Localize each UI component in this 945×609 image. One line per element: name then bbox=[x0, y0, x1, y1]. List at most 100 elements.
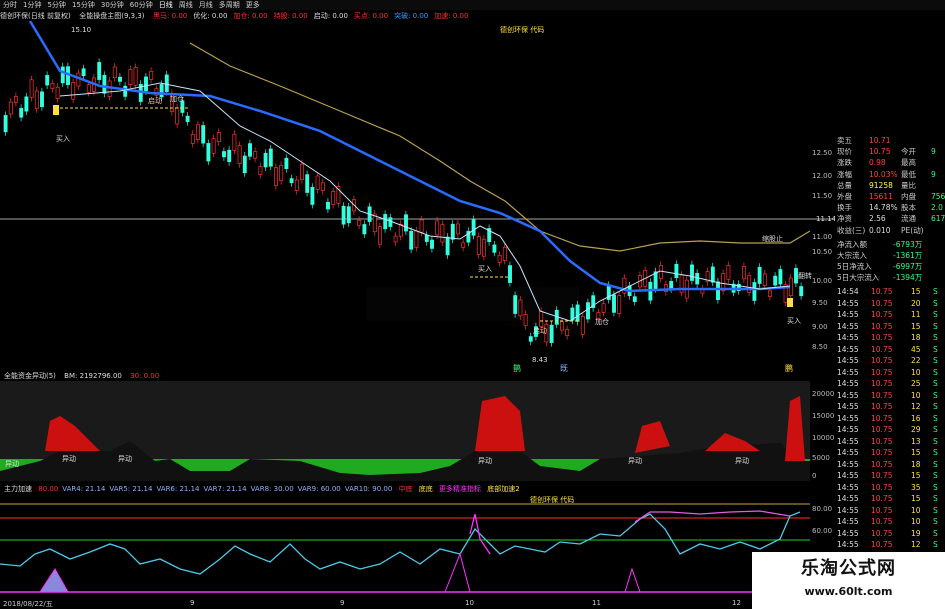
candle-body bbox=[580, 315, 585, 335]
price-tick: 11.00 bbox=[812, 233, 833, 241]
flow-value: -1361万 bbox=[893, 250, 923, 260]
date-axis: 2018/08/22/五 9 9 10 11 12 bbox=[3, 599, 741, 608]
quote-row: 净资 2.56 流通 6175 bbox=[835, 213, 945, 224]
candle-body bbox=[424, 234, 429, 242]
candle-body bbox=[393, 235, 398, 243]
candle-body bbox=[404, 214, 408, 232]
tick-price: 10.75 bbox=[871, 528, 893, 538]
tick-price: 10.75 bbox=[871, 402, 893, 412]
fund-flow-panel[interactable]: 异动 异动 异动 异动 异动 异动 bbox=[0, 381, 810, 481]
candle-body bbox=[253, 151, 258, 159]
quote-row: 卖五 10.71 bbox=[835, 135, 945, 146]
quote-label: 量比 bbox=[901, 180, 916, 190]
period-tab[interactable]: 更多 bbox=[246, 0, 260, 10]
tick-price: 10.75 bbox=[871, 379, 893, 389]
accel-var: VAR7: 21.14 bbox=[203, 485, 247, 493]
price-tick: 9.00 bbox=[812, 323, 828, 331]
candle-body bbox=[248, 143, 252, 157]
tick-time: 14:55 bbox=[837, 367, 859, 377]
candle-body bbox=[159, 84, 164, 98]
tick-dir: S bbox=[933, 390, 938, 400]
tick-dir: S bbox=[933, 287, 938, 297]
indicator-value: 加速: 0.00 bbox=[434, 12, 469, 20]
period-tab[interactable]: 15分钟 bbox=[72, 0, 95, 10]
panel3-watermark: 德创环保 代码 bbox=[530, 495, 574, 504]
flow-value: -6793万 bbox=[893, 239, 923, 249]
tick-row: 14:55 10.75 10 S bbox=[835, 390, 945, 402]
candle-body bbox=[102, 75, 107, 94]
tick-dir: S bbox=[933, 494, 938, 504]
accel-var: VAR4: 21.14 bbox=[62, 485, 106, 493]
candle-body bbox=[45, 75, 50, 86]
candle-body bbox=[471, 219, 476, 236]
main-accel-panel[interactable]: 德创环保 代码 bbox=[0, 494, 810, 599]
candle-body bbox=[268, 148, 273, 167]
period-tab[interactable]: 5分钟 bbox=[47, 0, 65, 10]
candle-body bbox=[289, 178, 294, 184]
candle-body bbox=[508, 265, 512, 283]
indicator-name[interactable]: 全能操盘主图(9,3,3) bbox=[79, 12, 144, 20]
candle-body bbox=[211, 138, 216, 154]
tick-dir: S bbox=[933, 517, 938, 527]
quote-row: 涨幅 10.03% 最低 9 bbox=[835, 169, 945, 180]
candle-body bbox=[726, 265, 731, 280]
indicator-value: 持股: 0.00 bbox=[273, 12, 308, 20]
tick-row: 14:55 10.75 18 S bbox=[835, 332, 945, 344]
flow-label: 异动 bbox=[628, 456, 642, 465]
candle-body bbox=[50, 83, 55, 89]
main-kline-chart[interactable]: 买入 买入 买入 启动 启动 加仓 加仓 缩股止 翻转 15.10 8.43 1… bbox=[0, 21, 835, 381]
period-tab[interactable]: 月线 bbox=[199, 0, 213, 10]
tick-row: 14:55 10.75 45 S bbox=[835, 344, 945, 356]
candle-body bbox=[133, 67, 138, 86]
tick-dir: S bbox=[933, 436, 938, 446]
period-tab[interactable]: 分时 bbox=[3, 0, 17, 10]
candle-body bbox=[274, 167, 278, 186]
price-tick: 12.50 bbox=[812, 149, 833, 157]
flow-label: 异动 bbox=[118, 454, 132, 463]
candle-body bbox=[549, 324, 554, 343]
period-tab[interactable]: 60分钟 bbox=[130, 0, 153, 10]
tick-dir: S bbox=[933, 425, 938, 435]
candle-body bbox=[497, 254, 502, 263]
tick-price: 10.75 bbox=[871, 471, 893, 481]
tick-price: 10.75 bbox=[871, 333, 893, 343]
tick-dir: S bbox=[933, 448, 938, 458]
tick-row: 14:55 10.75 12 S bbox=[835, 539, 945, 551]
tick-dir: S bbox=[933, 356, 938, 366]
tick-vol: 10 bbox=[911, 367, 921, 377]
tick-vol: 10 bbox=[911, 505, 921, 515]
tick-time: 14:55 bbox=[837, 540, 859, 550]
price-tick: 10.00 bbox=[812, 277, 833, 285]
buy-marker-1 bbox=[53, 105, 59, 115]
tick-vol: 13 bbox=[911, 436, 921, 446]
site-watermark: 乐淘公式网 www.60lt.com bbox=[752, 552, 945, 609]
candle-body bbox=[144, 76, 148, 92]
quote-value: 0.010 bbox=[869, 225, 891, 235]
quote-value: 91258 bbox=[869, 180, 893, 190]
period-tab[interactable]: 1分钟 bbox=[23, 0, 41, 10]
candle-body bbox=[118, 76, 122, 82]
price-tick: 9.50 bbox=[812, 299, 828, 307]
period-tab[interactable]: 多周期 bbox=[219, 0, 240, 10]
period-tab[interactable]: 30分钟 bbox=[101, 0, 124, 10]
tick-vol: 29 bbox=[911, 425, 921, 435]
tick-row: 14:55 10.75 29 S bbox=[835, 424, 945, 436]
period-tab[interactable]: 日线 bbox=[159, 0, 173, 10]
period-tab[interactable]: 周线 bbox=[179, 0, 193, 10]
candle-body bbox=[310, 186, 315, 205]
tick-vol: 15 bbox=[911, 287, 921, 297]
tick-price: 10.75 bbox=[871, 436, 893, 446]
accel-var: VAR8: 30.00 bbox=[250, 485, 294, 493]
quote-value: 6175 bbox=[931, 214, 945, 224]
candle-body bbox=[123, 85, 128, 97]
tick-dir: S bbox=[933, 459, 938, 469]
tick-time: 14:55 bbox=[837, 448, 859, 458]
candle-body bbox=[24, 96, 29, 112]
flow-row: 净流入额 -6793万 bbox=[835, 239, 945, 250]
tick-price: 10.75 bbox=[871, 390, 893, 400]
occluding-box bbox=[367, 287, 579, 321]
tick-row: 14:55 10.75 15 S bbox=[835, 321, 945, 333]
candle-body bbox=[263, 152, 268, 168]
tick-vol: 15 bbox=[911, 321, 921, 331]
candle-body bbox=[716, 281, 720, 301]
